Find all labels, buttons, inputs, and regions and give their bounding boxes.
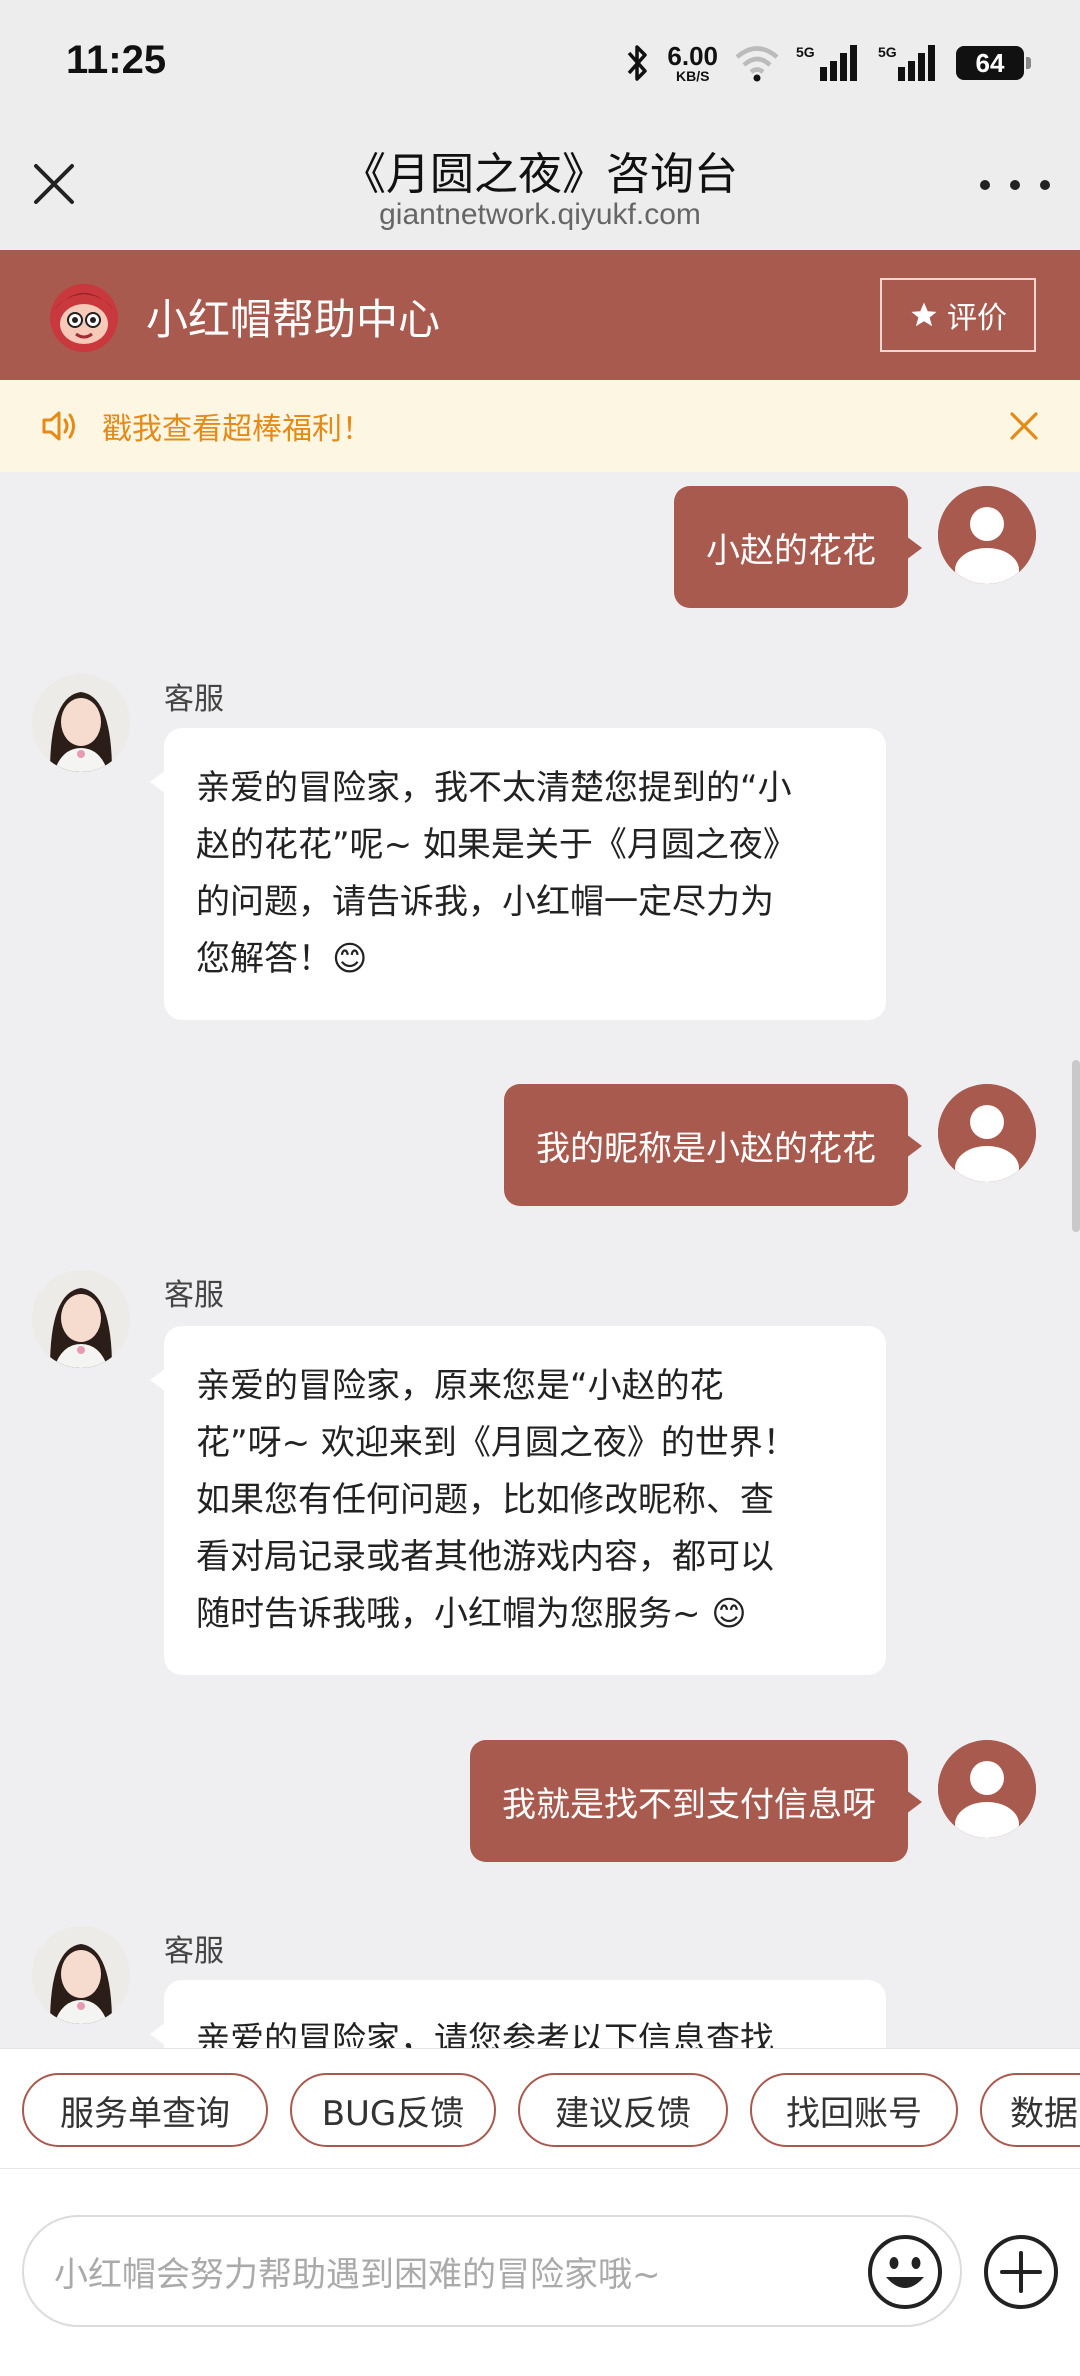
plus-icon[interactable] — [982, 2233, 1060, 2311]
status-bar: 11:25 6.00 KB/S 5G 5G 64 — [0, 0, 1080, 120]
chip-service-order-query[interactable]: 服务单查询 — [22, 2073, 268, 2147]
network-speed: 6.00 KB/S — [667, 41, 718, 84]
agent-avatar — [32, 1926, 130, 2024]
agent-name-label: 客服 — [164, 682, 224, 717]
rate-label: 评价 — [947, 301, 1007, 336]
agent-message-line: 花”呀~ 欢迎来到《月圆之夜》的世界！ — [196, 1423, 797, 1463]
help-center-title: 小红帽帮助中心 — [146, 295, 441, 344]
input-bar: 小红帽会努力帮助遇到困难的冒险家哦~ — [0, 2168, 1080, 2376]
user-message-bubble: 我就是找不到支付信息呀 — [470, 1740, 922, 1862]
scrollbar[interactable] — [1072, 1060, 1080, 1232]
more-menu-button[interactable] — [980, 170, 1050, 200]
agent-message-line: 如果您有任何问题，比如修改昵称、查 — [196, 1480, 774, 1520]
red-hood-logo-icon — [50, 284, 118, 352]
battery-indicator: 64 — [956, 46, 1031, 80]
agent-message-line: 您解答！😊 — [196, 939, 368, 979]
agent-message-bubble: 亲爱的冒险家，原来您是“小赵的花 花”呀~ 欢迎来到《月圆之夜》的世界！ 如果您… — [150, 1326, 886, 1675]
dot-icon — [1010, 180, 1020, 190]
help-center-header: 小红帽帮助中心 评价 — [0, 250, 1080, 380]
agent-name-label: 客服 — [164, 1934, 224, 1969]
agent-message-line: 看对局记录或者其他游戏内容，都可以 — [196, 1537, 774, 1577]
chip-bug-feedback[interactable]: BUG反馈 — [290, 2073, 496, 2147]
user-message-text: 小赵的花花 — [706, 530, 876, 571]
dot-icon — [1040, 180, 1050, 190]
agent-message-line: 亲爱的冒险家，请您参考以下信息查找 — [196, 2020, 774, 2048]
bluetooth-icon — [628, 45, 648, 81]
emoji-icon[interactable] — [866, 2233, 944, 2311]
agent-avatar — [32, 1270, 130, 1368]
user-message-text: 我的昵称是小赵的花花 — [536, 1128, 876, 1169]
page-title: 《月圆之夜》咨询台 — [342, 149, 738, 200]
speaker-icon — [42, 411, 75, 441]
user-avatar — [938, 486, 1036, 584]
signal-icon-2: 5G — [878, 44, 935, 81]
user-avatar — [938, 1084, 1036, 1182]
message-input[interactable]: 小红帽会努力帮助遇到困难的冒险家哦~ — [22, 2215, 962, 2327]
agent-message-line: 的问题，请告诉我，小红帽一定尽力为 — [196, 882, 774, 922]
notice-banner[interactable]: 戳我查看超棒福利！ — [0, 380, 1080, 472]
agent-portrait-icon — [32, 1270, 130, 1368]
chip-recover-account[interactable]: 找回账号 — [750, 2073, 958, 2147]
page-domain: giantnetwork.qiyukf.com — [379, 198, 701, 231]
agent-portrait-icon — [32, 1926, 130, 2024]
agent-avatar — [32, 674, 130, 772]
status-time: 11:25 — [66, 38, 167, 82]
status-icons: 6.00 KB/S 5G 5G 64 — [625, 38, 1031, 88]
star-icon — [911, 302, 937, 327]
close-notice-icon[interactable] — [1004, 406, 1044, 446]
agent-message-line: 赵的花花”呢~ 如果是关于《月圆之夜》 — [196, 825, 797, 865]
title-bar: 《月圆之夜》咨询台 giantnetwork.qiyukf.com — [0, 120, 1080, 250]
agent-message-line: 随时告诉我哦，小红帽为您服务~ 😊 — [196, 1594, 747, 1634]
agent-message-line: 亲爱的冒险家，原来您是“小赵的花 — [196, 1366, 724, 1406]
agent-message-line: 亲爱的冒险家，我不太清楚您提到的“小 — [196, 768, 792, 808]
agent-message-bubble: 亲爱的冒险家，我不太清楚您提到的“小 赵的花花”呢~ 如果是关于《月圆之夜》 的… — [150, 728, 886, 1020]
chip-suggestion-feedback[interactable]: 建议反馈 — [518, 2073, 728, 2147]
notice-text[interactable]: 戳我查看超棒福利！ — [102, 404, 372, 448]
signal-icon: 5G — [796, 44, 857, 81]
chat-area[interactable]: 小赵的花花 客服 亲爱的冒险家，我不太清楚您提到的“小 赵的花花”呢~ 如果是关… — [0, 472, 1080, 2048]
agent-name-label: 客服 — [164, 1278, 224, 1313]
dot-icon — [980, 180, 990, 190]
quick-reply-bar: 服务单查询 BUG反馈 建议反馈 找回账号 数据 — [0, 2048, 1080, 2168]
rate-button[interactable]: 评价 — [880, 278, 1036, 352]
user-message-text: 我就是找不到支付信息呀 — [502, 1784, 876, 1825]
user-message-bubble: 小赵的花花 — [674, 486, 922, 608]
agent-portrait-icon — [32, 674, 130, 772]
agent-message-bubble: 亲爱的冒险家，请您参考以下信息查找 — [150, 1980, 886, 2048]
user-message-bubble: 我的昵称是小赵的花花 — [504, 1084, 922, 1206]
signal-label: 5G — [796, 44, 815, 60]
signal-label-2: 5G — [878, 44, 897, 60]
chip-data[interactable]: 数据 — [980, 2073, 1080, 2147]
user-avatar — [938, 1740, 1036, 1838]
wifi-icon — [735, 46, 779, 82]
